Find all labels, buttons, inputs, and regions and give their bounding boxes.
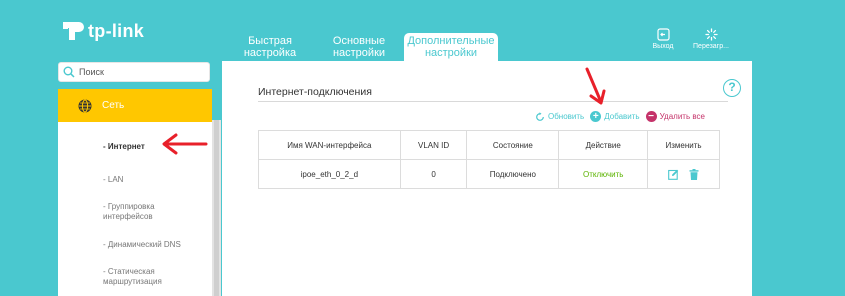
- remove-icon: −: [645, 111, 657, 122]
- logout-icon: [656, 28, 670, 41]
- cell-wan-name: ipoe_eth_0_2_d: [258, 159, 401, 189]
- cell-vlan-id: 0: [399, 159, 468, 189]
- refresh-icon: [536, 111, 544, 121]
- sidebar-item-ddns[interactable]: - Динамический DNS: [103, 240, 181, 250]
- tab-advanced-settings[interactable]: Дополнительные настройки: [404, 33, 498, 61]
- delete-icon[interactable]: [689, 168, 699, 180]
- reboot-label: Перезагр...: [693, 43, 729, 50]
- sidebar-section-network[interactable]: Сеть: [58, 89, 212, 122]
- col-header-vlan-id: VLAN ID: [399, 130, 468, 160]
- delete-all-button[interactable]: − Удалить все: [645, 111, 705, 122]
- tab-basic-settings-label: Основные настройки: [332, 35, 386, 59]
- table-header-row: Имя WAN-интерфейса VLAN ID Состояние Дей…: [258, 130, 720, 160]
- reboot-icon: [704, 28, 718, 41]
- col-header-edit: Изменить: [647, 130, 720, 160]
- disconnect-link[interactable]: Отключить: [558, 159, 649, 189]
- sidebar: Сеть - Интернет - LAN - Группировка инте…: [58, 89, 212, 296]
- add-button[interactable]: + Добавить: [590, 111, 640, 122]
- main-panel: Интернет-подключения ? Обновить + Добави…: [222, 61, 752, 296]
- col-header-status: Состояние: [466, 130, 560, 160]
- cell-edit-actions: [647, 159, 720, 189]
- sidebar-item-interface-grouping[interactable]: - Группировка интерфейсов: [103, 202, 183, 222]
- sidebar-item-internet-label: - Интернет: [103, 142, 145, 151]
- red-arrow-down-icon: [585, 67, 606, 105]
- edit-icon[interactable]: [668, 169, 679, 180]
- sidebar-section-label: Сеть: [102, 100, 125, 111]
- globe-icon: [78, 99, 92, 112]
- table-row: ipoe_eth_0_2_d 0 Подключено Отключить: [258, 159, 720, 189]
- logout-button[interactable]: Выход: [648, 28, 678, 50]
- refresh-label: Обновить: [548, 112, 585, 121]
- sidebar-item-lan[interactable]: - LAN: [103, 175, 123, 185]
- add-icon: +: [590, 111, 602, 122]
- tab-basic-settings[interactable]: Основные настройки: [313, 34, 405, 60]
- help-button[interactable]: ?: [723, 79, 741, 97]
- logo-text: tp-link: [88, 20, 145, 41]
- search-icon: [63, 66, 75, 78]
- help-icon: ?: [728, 80, 736, 94]
- tab-advanced-settings-label: Дополнительные настройки: [407, 35, 495, 59]
- sidebar-item-static-routing-label: - Статическая маршрутизация: [103, 267, 162, 286]
- table-actions: Обновить + Добавить − Удалить все: [535, 111, 705, 122]
- delete-all-label: Удалить все: [659, 112, 705, 121]
- tab-quick-setup[interactable]: Быстрая настройка: [224, 34, 316, 60]
- cell-status: Подключено: [466, 159, 560, 189]
- tab-quick-setup-label: Быстрая настройка: [243, 35, 297, 59]
- tp-link-logo: tp-link: [58, 18, 144, 44]
- title-divider: [258, 101, 728, 102]
- sidebar-item-static-routing[interactable]: - Статическая маршрутизация: [103, 267, 183, 287]
- page-title: Интернет-подключения: [258, 86, 372, 98]
- tp-link-logo-icon: [63, 22, 84, 40]
- sidebar-item-internet[interactable]: - Интернет: [103, 142, 145, 152]
- red-arrow-left-icon: [162, 133, 208, 155]
- col-header-wan-name: Имя WAN-интерфейса: [258, 130, 401, 160]
- search-input[interactable]: Поиск: [58, 62, 210, 82]
- col-header-action: Действие: [558, 130, 649, 160]
- logout-label: Выход: [652, 43, 674, 50]
- reboot-button[interactable]: Перезагр...: [689, 28, 733, 50]
- sidebar-item-lan-label: - LAN: [103, 175, 124, 184]
- wan-connections-table: Имя WAN-интерфейса VLAN ID Состояние Дей…: [258, 130, 720, 189]
- sidebar-scroll-thumb[interactable]: [214, 120, 219, 296]
- refresh-button[interactable]: Обновить: [535, 111, 585, 122]
- add-label: Добавить: [604, 112, 640, 121]
- search-placeholder: Поиск: [79, 67, 104, 77]
- sidebar-item-interface-grouping-label: - Группировка интерфейсов: [103, 202, 155, 221]
- sidebar-item-ddns-label: - Динамический DNS: [103, 240, 181, 249]
